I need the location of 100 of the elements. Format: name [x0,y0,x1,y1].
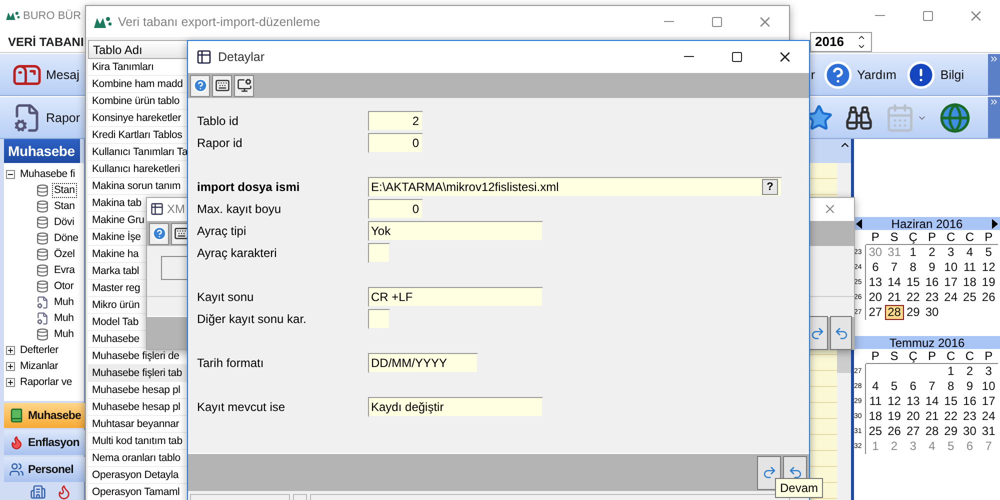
calendar-day[interactable]: 12 [979,260,998,275]
calendar-day[interactable]: 29 [904,305,923,320]
calendar-day[interactable]: 30 [922,305,942,320]
table-row[interactable]: Kullanıcı Tanımları Ta [88,144,189,161]
input-field[interactable]: Kaydı değiştir [368,397,543,417]
calendar-day[interactable]: 16 [960,394,980,409]
tree-item[interactable]: Muh [52,326,76,342]
expand-icon[interactable] [6,362,15,370]
input-field[interactable]: 0 [368,199,423,219]
table-row[interactable]: Kredi Kartları Tablos [88,127,189,144]
calendar-day[interactable]: 5 [979,245,998,260]
calendar-day[interactable]: 24 [979,409,998,424]
calendar-day[interactable]: 22 [904,290,923,305]
calendar-day[interactable]: 4 [922,439,942,454]
table-row[interactable]: Muhasebe fişleri de [88,348,189,365]
calendar-day[interactable]: 28 [922,424,942,439]
calendar-day[interactable]: 4 [960,245,980,260]
calendar-day[interactable]: 14 [884,275,904,290]
calendar-day[interactable]: 10 [979,379,998,394]
expand-icon[interactable] [6,378,15,386]
calendar-day[interactable]: 30 [960,424,980,439]
tree-item[interactable]: Stan [52,198,77,214]
year-spinner[interactable]: 2016 [810,32,872,52]
help-button[interactable] [190,74,210,96]
calendar-day[interactable]: 20 [866,290,885,305]
calendar-day[interactable]: 2 [922,245,942,260]
calendar-day[interactable]: 8 [904,260,923,275]
calendar-day[interactable]: 6 [960,439,980,454]
tree-item[interactable]: Muh [52,310,76,326]
calendar-day[interactable]: 29 [941,424,960,439]
calendar-day[interactable]: 1 [941,364,960,379]
calendar-day[interactable]: 26 [979,290,998,305]
calendar-day[interactable]: 19 [979,275,998,290]
expand-icon[interactable] [6,346,15,354]
calendar-day[interactable]: 3 [979,364,998,379]
calendar-day[interactable]: 23 [960,409,980,424]
tree-item[interactable]: Muhasebe fi [18,166,78,182]
table-row[interactable]: Multi kod tanıtım tab [88,433,189,450]
calendar-day[interactable]: 25 [866,424,885,439]
calendar-day[interactable]: 21 [884,290,904,305]
calendar-day[interactable]: 13 [904,394,923,409]
calendar-day[interactable]: 26 [884,424,904,439]
calendar-day[interactable]: 24 [941,290,960,305]
keyboard-button[interactable] [212,74,232,96]
globe-icon[interactable] [939,102,971,134]
calendar-day[interactable]: 27 [866,305,885,320]
calendar-day[interactable]: 2 [960,364,980,379]
calendar-day[interactable]: 12 [884,394,904,409]
toolbar-button[interactable]: Rapor [6,98,86,136]
calendar-day[interactable]: 27 [904,424,923,439]
calendar-day[interactable]: 8 [941,379,960,394]
table-row[interactable]: Muhtasar beyannar [88,416,189,433]
table-row[interactable]: Muhasebe fişleri tab [88,365,189,382]
table-row[interactable]: Muhasebe hesap pl [88,399,189,416]
monitor-button[interactable] [234,74,254,96]
table-row[interactable]: Konsinye hareketler [88,110,189,127]
next-month-icon[interactable] [992,218,998,228]
table-row[interactable]: Kira Tanımları [88,59,189,76]
input-field[interactable]: DD/MM/YYYY [368,353,478,373]
browse-button[interactable]: ? [762,179,778,195]
toolbar-overflow-button[interactable] [988,54,1000,95]
calendar-day[interactable]: 17 [941,275,960,290]
calendar-day[interactable]: 22 [941,409,960,424]
input-field[interactable]: E:\AKTARMA\mikrov12fislistesi.xml ? [368,177,782,197]
calendar-day[interactable]: 1 [904,245,923,260]
calendar-day[interactable]: 11 [960,260,980,275]
nav-button[interactable]: Enflasyon [4,430,85,455]
input-field[interactable]: 0 [368,133,423,153]
input-field[interactable]: Yok [368,221,543,241]
table-row[interactable]: Nema oranları tablo [88,450,189,467]
table-row[interactable]: Kullanıcı hareketleri [88,161,189,178]
menu-item[interactable]: VERİ TABANI [8,34,84,48]
tree-item[interactable]: Raporlar ve [18,374,74,390]
calendar-day[interactable]: 7 [979,439,998,454]
calendar-day[interactable]: 16 [922,275,942,290]
calendar-day[interactable]: 6 [904,379,923,394]
calendar-day[interactable]: 20 [904,409,923,424]
calendar-day[interactable]: 13 [866,275,885,290]
table-row[interactable]: Makina sorun tanım [88,178,189,195]
calendar-day[interactable]: 6 [866,260,885,275]
calendar-day[interactable]: 2 [884,439,904,454]
calendar-day[interactable]: 17 [979,394,998,409]
table-row[interactable]: Kombine ham madd [88,76,189,93]
nav-button[interactable]: Personel [4,457,85,482]
building-icon[interactable] [30,484,46,500]
calendar-day[interactable]: 14 [922,394,942,409]
collapse-icon[interactable] [6,170,15,178]
toolbar-overflow-button[interactable] [988,97,1000,138]
calendar-day[interactable]: 3 [941,245,960,260]
calendar-day[interactable]: 18 [960,275,980,290]
input-field[interactable]: 2 [368,111,423,131]
tree-item[interactable]: Otor [52,278,76,294]
table-row[interactable]: Operasyon Detayla [88,467,189,484]
calendar-day[interactable]: 30 [866,245,885,260]
calendar-day[interactable]: 10 [941,260,960,275]
help-button[interactable]: Yardım [821,56,898,94]
tree-item[interactable]: Muh [52,294,76,310]
calendar-day[interactable]: 9 [922,260,942,275]
tree-item[interactable]: Dövi [52,214,76,230]
input-field[interactable] [368,243,390,263]
